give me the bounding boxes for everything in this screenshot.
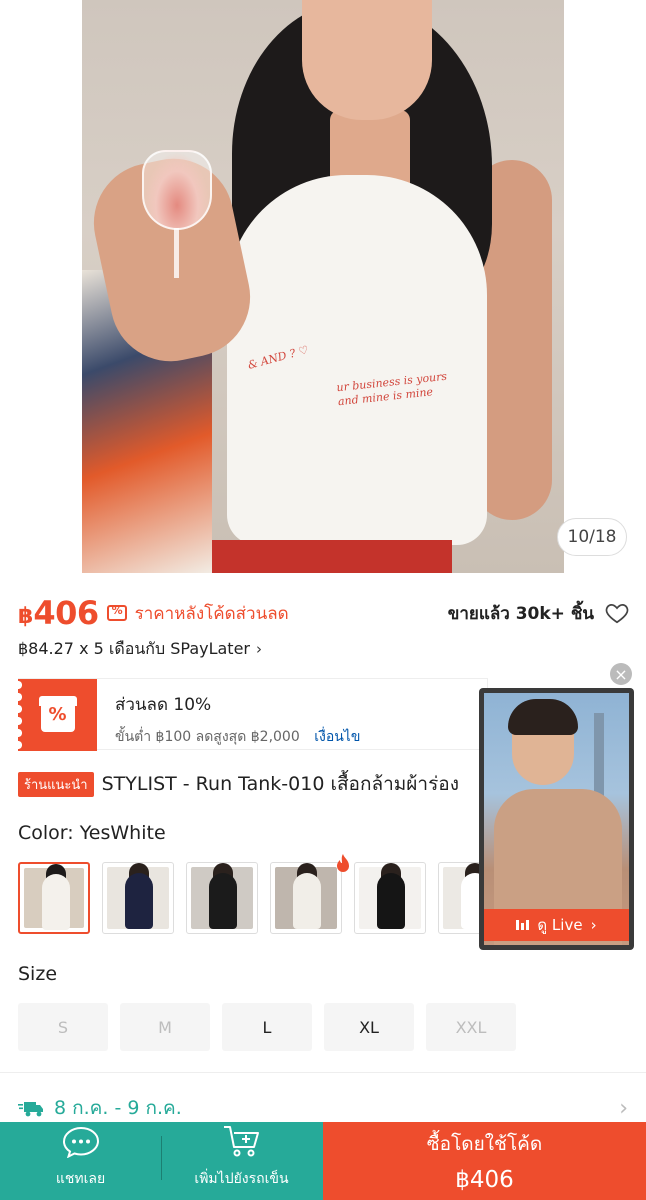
product-image[interactable]: ur business is yours and mine is mine & … bbox=[82, 0, 564, 573]
model-face bbox=[302, 0, 432, 120]
voucher-icon-panel: % bbox=[18, 679, 97, 751]
buy-price: ฿406 bbox=[455, 1167, 514, 1193]
host-hair bbox=[508, 699, 578, 735]
color-swatch[interactable] bbox=[102, 862, 174, 934]
heart-icon[interactable] bbox=[604, 600, 630, 626]
chevron-right-icon: › bbox=[619, 1095, 628, 1121]
color-swatch[interactable] bbox=[18, 862, 90, 934]
size-label: Size bbox=[18, 963, 58, 985]
chat-label: แชทเลย bbox=[55, 1171, 106, 1187]
buy-label: ซื้อโดยใช้โค้ด bbox=[426, 1133, 543, 1155]
add-to-cart-icon bbox=[223, 1126, 259, 1157]
red-skirt bbox=[212, 540, 452, 573]
image-counter: 10/18 bbox=[557, 518, 627, 556]
color-swatch[interactable] bbox=[270, 862, 342, 934]
shipping-date: 8 ก.ค. - 9 ก.ค. bbox=[54, 1097, 182, 1119]
voucher-details: ขั้นต่ำ ฿100 ลดสูงสุด ฿2,000 bbox=[115, 729, 300, 745]
paylater-row[interactable]: ฿84.27 x 5 เดือนกับ SPayLater › bbox=[18, 636, 262, 662]
live-video-feed[interactable]: ดู Live › bbox=[484, 693, 629, 945]
price-row: ฿ 406 ราคาหลังโค้ดส่วนลด ขายแล้ว 30k+ ชิ… bbox=[18, 592, 630, 634]
size-option-xl[interactable]: XL bbox=[324, 1003, 414, 1051]
shop-voucher[interactable]: % ส่วนลด 10% ขั้นต่ำ ฿100 ลดสูงสุด ฿2,00… bbox=[18, 678, 488, 751]
live-video-pip[interactable]: ดู Live › bbox=[479, 688, 634, 950]
chat-button[interactable]: แชทเลย bbox=[0, 1122, 161, 1200]
voucher-terms-link[interactable]: เงื่อนไข bbox=[314, 729, 360, 745]
color-label: Color: YesWhite bbox=[18, 822, 166, 844]
size-option-xxl[interactable]: XXL bbox=[426, 1003, 516, 1051]
size-option-l[interactable]: L bbox=[222, 1003, 312, 1051]
price-value: 406 bbox=[33, 594, 99, 632]
buy-with-code-button[interactable]: ซื้อโดยใช้โค้ด ฿406 bbox=[323, 1122, 646, 1200]
color-swatch[interactable] bbox=[186, 862, 258, 934]
size-option-s[interactable]: S bbox=[18, 1003, 108, 1051]
chevron-right-icon: › bbox=[256, 640, 262, 658]
store-percent-icon: % bbox=[38, 696, 77, 732]
close-icon[interactable]: × bbox=[610, 663, 632, 685]
wine-glass bbox=[142, 150, 212, 230]
bottom-left-actions: แชทเลย เพิ่มไปยังรถเข็น bbox=[0, 1122, 323, 1200]
paylater-text: ฿84.27 x 5 เดือนกับ SPayLater bbox=[18, 638, 250, 658]
size-option-m[interactable]: M bbox=[120, 1003, 210, 1051]
price-currency: ฿ bbox=[18, 603, 34, 629]
separator bbox=[161, 1136, 162, 1180]
fast-delivery-truck-icon bbox=[18, 1102, 43, 1117]
sold-count: ขายแล้ว 30k+ ชิ้น bbox=[447, 603, 594, 624]
price-note: ราคาหลังโค้ดส่วนลด bbox=[134, 603, 289, 624]
watch-live-button[interactable]: ดู Live › bbox=[484, 909, 629, 941]
add-to-cart-label: เพิ่มไปยังรถเข็น bbox=[194, 1171, 289, 1187]
bottom-action-bar: แชทเลย เพิ่มไปยังรถเข็น ซื้อโดยใช้โค้ด ฿… bbox=[0, 1122, 646, 1200]
shipping-row[interactable]: 8 ก.ค. - 9 ก.ค. › bbox=[18, 1093, 628, 1123]
fire-icon bbox=[337, 854, 349, 872]
live-bars-icon bbox=[516, 920, 530, 930]
recommended-shop-badge: ร้านแนะนำ bbox=[18, 771, 94, 797]
chevron-right-icon: › bbox=[590, 916, 597, 934]
watch-live-label: ดู Live bbox=[537, 916, 583, 934]
color-swatch[interactable] bbox=[354, 862, 426, 934]
coupon-icon bbox=[106, 604, 127, 621]
divider bbox=[0, 1072, 646, 1073]
add-to-cart-button[interactable]: เพิ่มไปยังรถเข็น bbox=[161, 1122, 322, 1200]
color-swatches bbox=[18, 862, 510, 934]
voucher-title: ส่วนลด 10% bbox=[115, 695, 212, 715]
product-gallery[interactable]: ur business is yours and mine is mine & … bbox=[0, 0, 646, 573]
chat-icon bbox=[62, 1126, 99, 1158]
wine-glass-stem bbox=[174, 228, 179, 278]
product-title: STYLIST - Run Tank-010 เสื้อกล้ามผ้าร่อง bbox=[101, 773, 459, 795]
size-options: S M L XL XXL bbox=[18, 1003, 516, 1051]
